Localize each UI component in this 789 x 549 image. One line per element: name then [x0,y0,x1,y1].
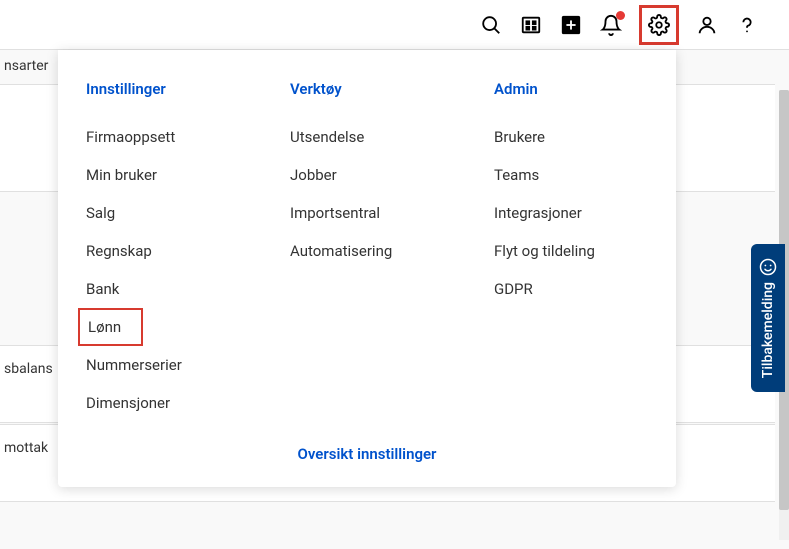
item-automatisering[interactable]: Automatisering [290,232,444,270]
column-innstillinger: Innstillinger Firmaoppsett Min bruker Sa… [86,80,240,422]
item-salg[interactable]: Salg [86,194,240,232]
item-gdpr[interactable]: GDPR [494,270,648,308]
settings-dropdown: Innstillinger Firmaoppsett Min bruker Sa… [58,50,676,487]
add-icon[interactable] [559,13,583,37]
item-importsentral[interactable]: Importsentral [290,194,444,232]
smiley-icon [759,258,777,276]
bg-label: mottak [4,440,48,456]
profile-icon[interactable] [695,13,719,37]
item-bank[interactable]: Bank [86,270,240,308]
company-icon[interactable] [519,13,543,37]
column-admin: Admin Brukere Teams Integrasjoner Flyt o… [494,80,648,422]
column-header: Admin [494,80,648,98]
item-brukere[interactable]: Brukere [494,118,648,156]
column-verktoy: Verktøy Utsendelse Jobber Importsentral … [290,80,444,422]
notifications-icon[interactable] [599,13,623,37]
bg-label: nsarter [4,58,48,74]
item-integrasjoner[interactable]: Integrasjoner [494,194,648,232]
item-firmaoppsett[interactable]: Firmaoppsett [86,118,240,156]
item-nummerserier[interactable]: Nummerserier [86,346,240,384]
item-flyt-og-tildeling[interactable]: Flyt og tildeling [494,232,648,270]
item-dimensjoner[interactable]: Dimensjoner [86,384,240,422]
dropdown-footer: Oversikt innstillinger [86,440,648,463]
settings-icon[interactable] [639,5,679,45]
bg-label: sbalans [4,361,53,377]
oversikt-innstillinger-link[interactable]: Oversikt innstillinger [298,445,437,463]
notification-dot [616,11,625,20]
item-utsendelse[interactable]: Utsendelse [290,118,444,156]
header-toolbar [0,0,789,50]
item-lonn[interactable]: Lønn [78,308,143,346]
help-icon[interactable] [735,13,759,37]
column-header: Innstillinger [86,80,240,98]
feedback-label: Tilbakemelding [760,282,776,378]
item-teams[interactable]: Teams [494,156,648,194]
column-header: Verktøy [290,80,444,98]
content-area: nsarter sbalans mottak Innstillinger Fir… [0,50,789,549]
item-min-bruker[interactable]: Min bruker [86,156,240,194]
item-jobber[interactable]: Jobber [290,156,444,194]
search-icon[interactable] [479,13,503,37]
item-regnskap[interactable]: Regnskap [86,232,240,270]
feedback-tab[interactable]: Tilbakemelding [751,244,785,392]
dropdown-columns: Innstillinger Firmaoppsett Min bruker Sa… [86,80,648,422]
